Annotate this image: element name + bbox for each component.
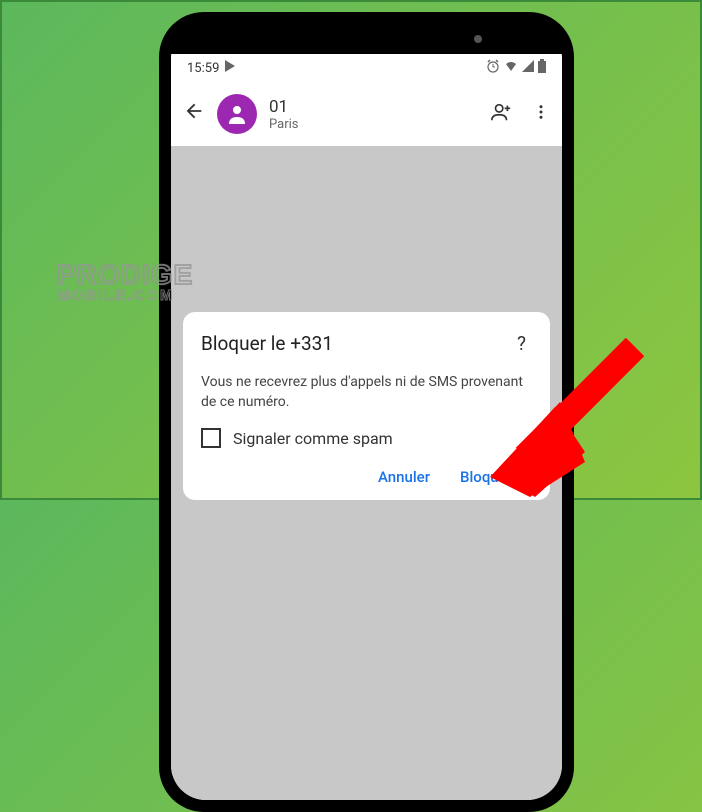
checkbox-label: Signaler comme spam xyxy=(233,429,393,448)
contact-sub: Paris xyxy=(269,117,478,132)
block-dialog: Bloquer le +331 ? Vous ne recevrez plus … xyxy=(183,312,550,500)
alarm-icon xyxy=(486,59,500,77)
cancel-button[interactable]: Annuler xyxy=(378,468,430,486)
spam-checkbox-row[interactable]: Signaler comme spam xyxy=(201,428,532,448)
help-icon[interactable]: ? xyxy=(511,332,532,355)
screen-content: 15:59 xyxy=(171,54,562,800)
contact-title: 01 xyxy=(269,97,478,117)
status-right xyxy=(486,59,546,77)
status-bar: 15:59 xyxy=(171,54,562,82)
dialog-title-row: Bloquer le +331 ? xyxy=(201,332,532,355)
phone-screen: 15:59 xyxy=(171,24,562,800)
play-store-icon xyxy=(225,60,235,76)
wifi-icon xyxy=(504,60,518,76)
dialog-actions: Annuler Bloquer xyxy=(201,468,532,486)
phone-frame: 15:59 xyxy=(159,12,574,812)
status-left: 15:59 xyxy=(187,60,235,76)
add-person-icon[interactable] xyxy=(490,101,512,127)
contact-avatar[interactable] xyxy=(217,94,257,134)
block-button[interactable]: Bloquer xyxy=(460,468,512,486)
status-time: 15:59 xyxy=(187,61,219,76)
camera-dot xyxy=(474,35,482,43)
app-header: 01 Paris xyxy=(171,82,562,146)
signal-icon xyxy=(522,60,534,76)
notch xyxy=(171,24,562,54)
header-actions xyxy=(490,101,550,127)
contact-info[interactable]: 01 Paris xyxy=(269,97,478,132)
checkbox-icon[interactable] xyxy=(201,428,221,448)
dialog-body: Vous ne recevrez plus d'appels ni de SMS… xyxy=(201,373,532,412)
back-arrow-icon[interactable] xyxy=(183,100,205,128)
battery-icon xyxy=(538,59,546,77)
dialog-title: Bloquer le +331 xyxy=(201,332,333,355)
more-icon[interactable] xyxy=(532,103,550,125)
